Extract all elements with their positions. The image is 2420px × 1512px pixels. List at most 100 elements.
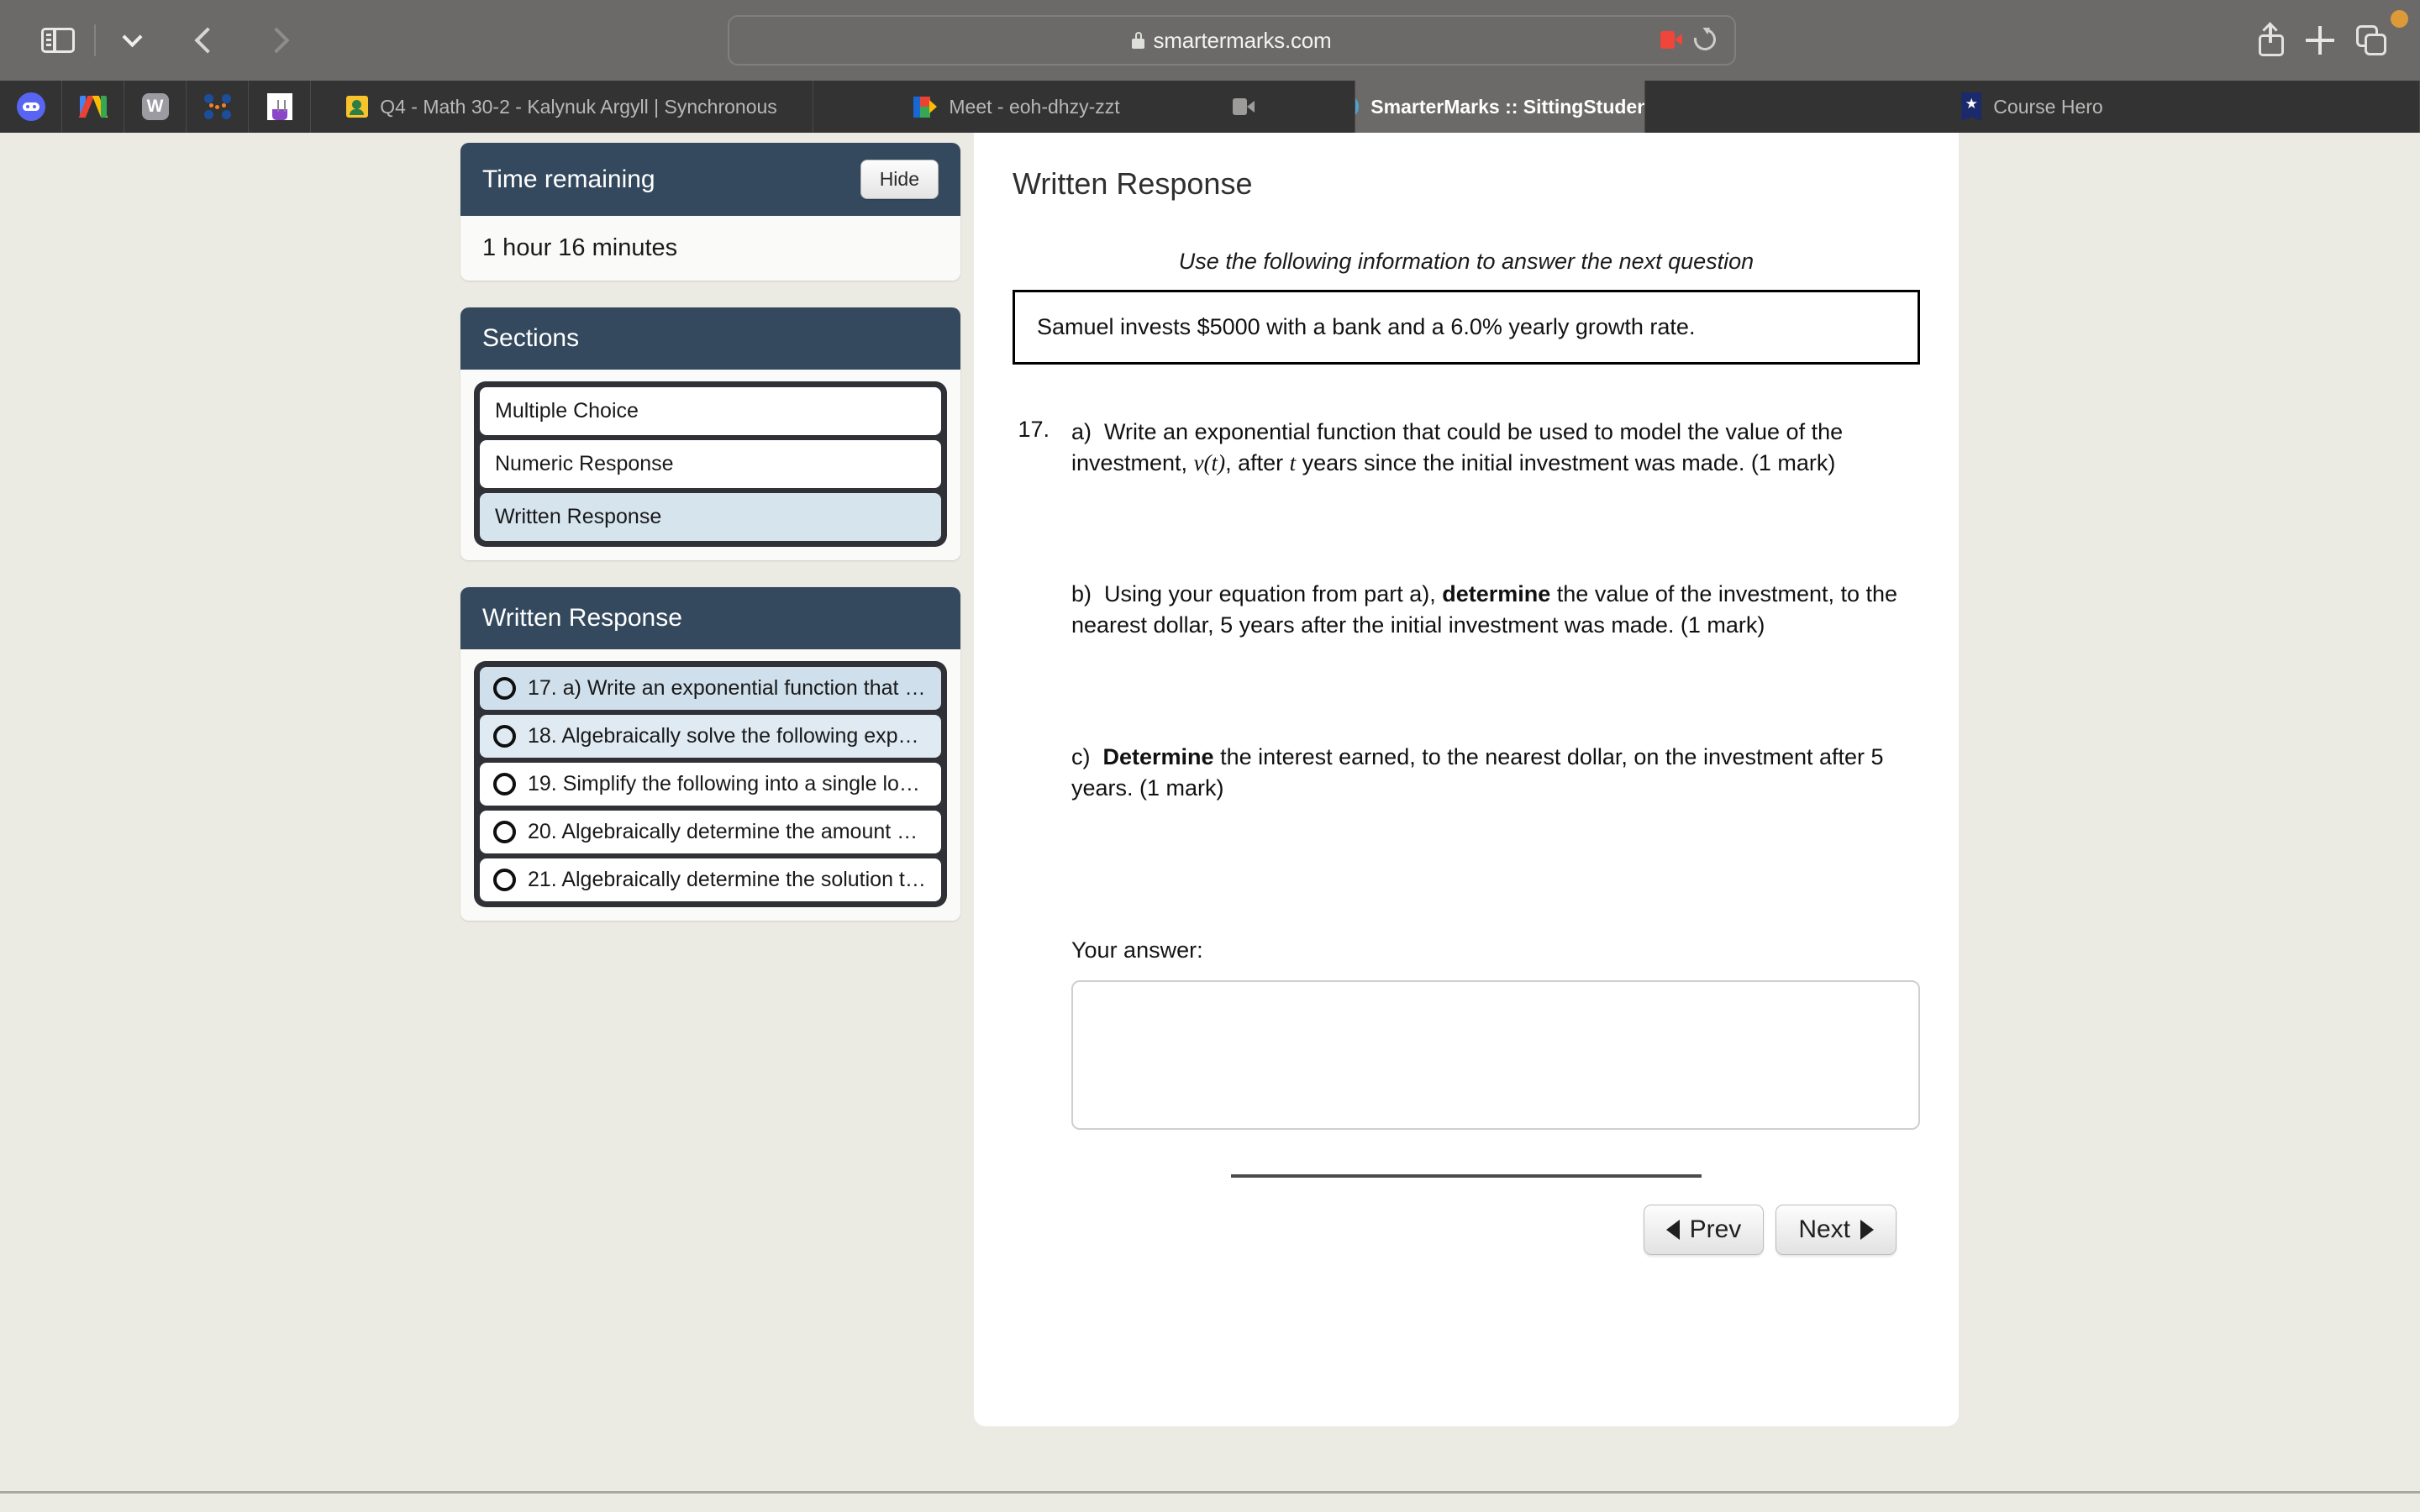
question-item-18[interactable]: 18. Algebraically solve the following ex… bbox=[480, 715, 941, 758]
prev-button-label: Prev bbox=[1689, 1215, 1742, 1243]
tab-smartermarks[interactable]: SmarterMarks :: SittingStudents bbox=[1355, 81, 1645, 133]
question-item-20[interactable]: 20. Algebraically determine the amount o… bbox=[480, 811, 941, 853]
timer-title: Time remaining bbox=[482, 165, 655, 193]
toolbar-divider bbox=[94, 24, 96, 56]
radio-icon bbox=[493, 677, 516, 700]
tab-title: Course Hero bbox=[1993, 95, 2103, 118]
tab-overview-icon[interactable] bbox=[2356, 25, 2386, 55]
pinned-tab-xtramath[interactable] bbox=[187, 81, 249, 133]
timer-panel-header: Time remaining Hide bbox=[460, 143, 960, 216]
plus-icon[interactable] bbox=[2306, 26, 2334, 55]
exam-sidebar: Time remaining Hide 1 hour 16 minutes Se… bbox=[460, 143, 960, 948]
page-bottom-divider bbox=[0, 1491, 2420, 1494]
pinned-tab-discord[interactable] bbox=[0, 81, 62, 133]
sidebar-dropdown-button[interactable] bbox=[106, 14, 158, 66]
tab-google-meet[interactable]: Meet - eoh-dhzy-zzt bbox=[813, 81, 1355, 133]
stem-box: Samuel invests $5000 with a bank and a 6… bbox=[1013, 290, 1920, 365]
timer-value: 1 hour 16 minutes bbox=[460, 216, 960, 281]
question-item-label: 19. Simplify the following into a single… bbox=[528, 772, 928, 795]
part-c-bold: Determine bbox=[1102, 744, 1214, 769]
pinned-tab-flask[interactable] bbox=[249, 81, 311, 133]
next-button-label: Next bbox=[1798, 1215, 1850, 1243]
part-b-marker: b) bbox=[1071, 580, 1092, 606]
nav-divider bbox=[1231, 1173, 1702, 1178]
question-number: 17. bbox=[1018, 417, 1050, 442]
sections-list-frame: Multiple Choice Numeric Response Written… bbox=[474, 381, 947, 547]
part-a-line1: Write an exponential function that could… bbox=[1104, 419, 1844, 444]
tab-course-hero[interactable]: Course Hero bbox=[1645, 81, 2420, 133]
questions-panel: Written Response 17. a) Write an exponen… bbox=[460, 587, 960, 921]
reload-icon[interactable] bbox=[1689, 24, 1721, 55]
math-var-v: v bbox=[1193, 450, 1204, 476]
math-paren-close: ) bbox=[1218, 450, 1226, 476]
smartermarks-favicon bbox=[1355, 94, 1360, 119]
wikipedia-favicon: W bbox=[141, 93, 169, 120]
google-meet-favicon bbox=[913, 96, 938, 118]
question-item-21[interactable]: 21. Algebraically determine the solution… bbox=[480, 858, 941, 901]
part-a-line2-mid: , after bbox=[1225, 450, 1290, 476]
browser-tab-strip: W Q4 - Math 30-2 - Kalynuk Argyll | Sync… bbox=[0, 81, 2420, 133]
questions-list-frame: 17. a) Write an exponential function tha… bbox=[474, 661, 947, 907]
sidebar-toggle-icon bbox=[41, 28, 75, 53]
address-bar[interactable]: smartermarks.com bbox=[728, 15, 1736, 66]
page-title: Written Response bbox=[1013, 166, 1253, 201]
address-bar-url: smartermarks.com bbox=[1153, 27, 1332, 53]
tab-camera-indicator-icon bbox=[1232, 98, 1255, 115]
camera-active-icon[interactable] bbox=[1660, 30, 1682, 49]
questions-panel-header: Written Response bbox=[460, 587, 960, 649]
timer-panel: Time remaining Hide 1 hour 16 minutes bbox=[460, 143, 960, 281]
part-b-text-1: Using your equation from part a), bbox=[1104, 580, 1443, 606]
back-button[interactable] bbox=[182, 14, 234, 66]
sidebar-section-written-response[interactable]: Written Response bbox=[480, 493, 941, 541]
next-button[interactable]: Next bbox=[1776, 1204, 1897, 1255]
question-part-a-text: a) Write an exponential function that co… bbox=[1071, 417, 1843, 480]
part-a-line2-suffix: years since the initial investment was m… bbox=[1296, 450, 1836, 476]
toolbar-right-controls bbox=[2259, 0, 2386, 81]
question-item-17[interactable]: 17. a) Write an exponential function tha… bbox=[480, 667, 941, 710]
pinned-tab-gmail[interactable] bbox=[62, 81, 124, 133]
answer-label: Your answer: bbox=[1071, 937, 1203, 963]
part-a-marker: a) bbox=[1071, 419, 1092, 444]
answer-input[interactable] bbox=[1071, 979, 1920, 1130]
question-part-c: c) Determine the interest earned, to the… bbox=[1013, 742, 1920, 805]
prev-button[interactable]: Prev bbox=[1643, 1204, 1765, 1255]
stem-text: Samuel invests $5000 with a bank and a 6… bbox=[1037, 314, 1696, 339]
stem-intro-text: Use the following information to answer … bbox=[1178, 249, 1754, 274]
sections-panel: Sections Multiple Choice Numeric Respons… bbox=[460, 307, 960, 560]
question-item-19[interactable]: 19. Simplify the following into a single… bbox=[480, 763, 941, 806]
tab-title: SmarterMarks :: SittingStudents bbox=[1370, 95, 1645, 118]
radio-icon bbox=[493, 773, 516, 795]
gmail-favicon bbox=[78, 96, 108, 118]
address-bar-right-icons bbox=[1660, 24, 1721, 55]
radio-icon bbox=[493, 821, 516, 843]
back-arrow-icon bbox=[194, 27, 221, 54]
question-content: Written Response Use the following infor… bbox=[974, 133, 1959, 1255]
part-a-line2-prefix: investment, bbox=[1071, 450, 1194, 476]
nav-buttons: Prev Next bbox=[1013, 1204, 1920, 1255]
share-icon[interactable] bbox=[2259, 22, 2284, 56]
pinned-tab-wikipedia[interactable]: W bbox=[124, 81, 187, 133]
part-c-marker: c) bbox=[1071, 744, 1091, 769]
xtramath-favicon bbox=[203, 94, 231, 119]
sidebar-section-multiple-choice[interactable]: Multiple Choice bbox=[480, 387, 941, 435]
sidebar-section-numeric-response[interactable]: Numeric Response bbox=[480, 440, 941, 488]
sections-panel-header: Sections bbox=[460, 307, 960, 370]
question-item-label: 20. Algebraically determine the amount o… bbox=[528, 820, 928, 843]
tab-google-classroom[interactable]: Q4 - Math 30-2 - Kalynuk Argyll | Synchr… bbox=[311, 81, 813, 133]
sidebar-toggle-button[interactable] bbox=[32, 14, 84, 66]
chevron-down-icon bbox=[121, 26, 143, 47]
hide-timer-button[interactable]: Hide bbox=[860, 160, 939, 199]
question-item-label: 17. a) Write an exponential function tha… bbox=[528, 676, 928, 700]
questions-title: Written Response bbox=[482, 604, 682, 632]
question-item-label: 18. Algebraically solve the following ex… bbox=[528, 724, 928, 748]
tab-title: Meet - eoh-dhzy-zzt bbox=[949, 95, 1120, 118]
forward-arrow-icon bbox=[263, 27, 290, 54]
page-content: Time remaining Hide 1 hour 16 minutes Se… bbox=[0, 133, 2420, 1512]
forward-button[interactable] bbox=[250, 14, 302, 66]
triangle-left-icon bbox=[1665, 1219, 1680, 1240]
google-classroom-favicon bbox=[346, 96, 369, 118]
math-var-t-inner: t bbox=[1211, 450, 1218, 476]
question-part-a: 17. a) Write an exponential function tha… bbox=[1013, 417, 1920, 480]
browser-toolbar: smartermarks.com bbox=[0, 0, 2420, 81]
question-item-label: 21. Algebraically determine the solution… bbox=[528, 868, 928, 891]
